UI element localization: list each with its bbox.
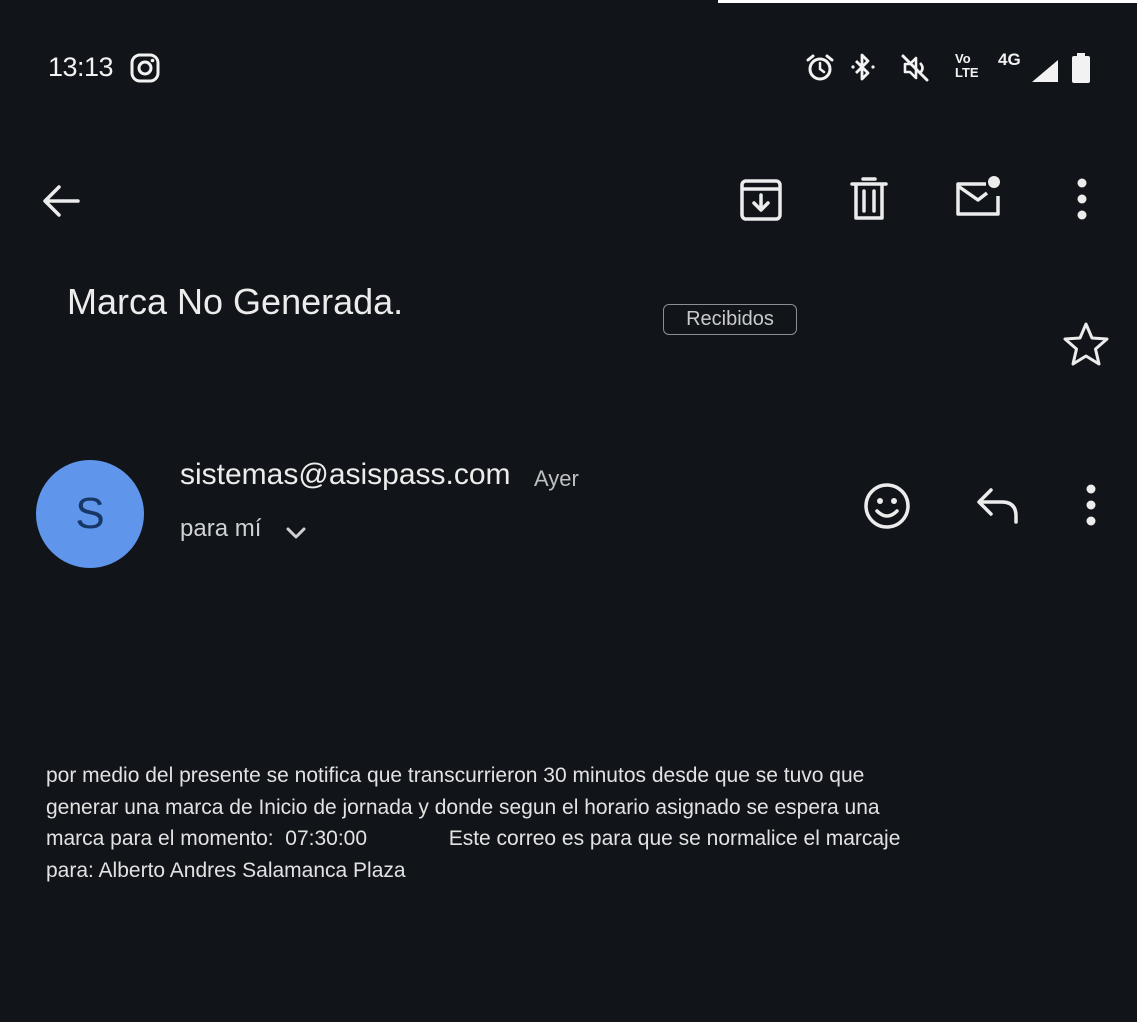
emoji-react-icon[interactable] bbox=[862, 481, 912, 531]
email-subject: Marca No Generada. bbox=[67, 281, 404, 322]
sender-address[interactable]: sistemas@asispass.com bbox=[180, 458, 511, 492]
signal-icon bbox=[1032, 60, 1058, 82]
avatar[interactable]: S bbox=[36, 460, 144, 568]
email-date: Ayer bbox=[534, 466, 579, 491]
star-icon[interactable] bbox=[1062, 321, 1110, 367]
archive-icon[interactable] bbox=[738, 178, 784, 222]
volte-top-text: Vo bbox=[955, 51, 971, 66]
bluetooth-icon bbox=[851, 53, 875, 81]
status-time: 13:13 bbox=[48, 52, 114, 82]
body-line: por medio del presente se notifica que t… bbox=[46, 764, 865, 787]
back-arrow-icon[interactable] bbox=[40, 180, 82, 222]
reply-icon[interactable] bbox=[974, 486, 1022, 526]
body-line: para: Alberto Andres Salamanca Plaza bbox=[46, 858, 406, 882]
label-chip[interactable]: Recibidos bbox=[663, 304, 797, 335]
delete-icon[interactable] bbox=[848, 176, 890, 222]
body-line: generar una marca de Inicio de jornada y… bbox=[46, 795, 880, 819]
volte-icon: Vo LTE bbox=[955, 52, 991, 84]
recipient-text[interactable]: para mí bbox=[180, 515, 261, 543]
chevron-down-icon[interactable] bbox=[284, 522, 308, 542]
more-vert-icon[interactable] bbox=[1068, 178, 1096, 222]
network-type: 4G bbox=[998, 50, 1021, 69]
body-line: marca para el momento: 07:30:00 Este cor… bbox=[46, 827, 901, 850]
battery-icon bbox=[1072, 53, 1090, 83]
mute-icon bbox=[901, 54, 929, 82]
message-more-vert-icon[interactable] bbox=[1077, 484, 1105, 528]
email-body: por medio del presente se notifica que t… bbox=[46, 760, 1006, 886]
mark-unread-icon[interactable] bbox=[952, 174, 1004, 220]
instagram-icon bbox=[130, 53, 160, 83]
top-edge-strip bbox=[718, 0, 1137, 3]
volte-bottom-text: LTE bbox=[955, 65, 979, 80]
alarm-icon bbox=[806, 54, 834, 81]
